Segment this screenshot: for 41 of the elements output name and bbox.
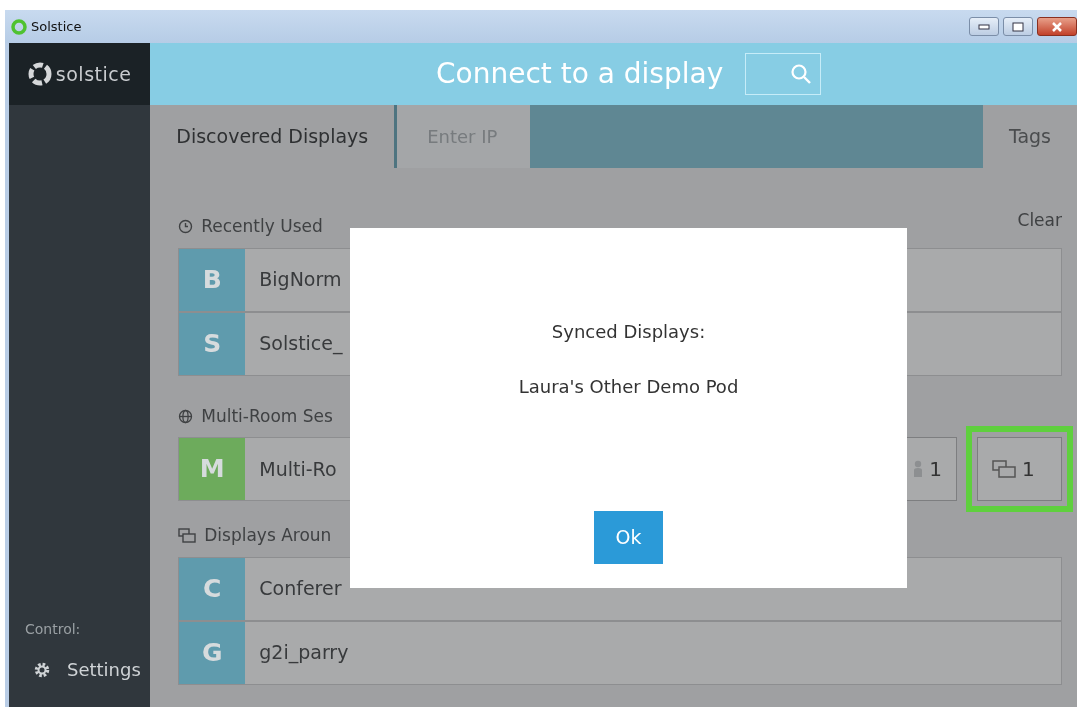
dialog-title: Synced Displays: [551,320,706,344]
section-label: Control: [24,620,82,639]
globe-icon [178,408,194,424]
clear-link[interactable]: Clear [1017,208,1062,234]
minimize-button[interactable] [969,17,999,36]
swirl-logo-icon [27,62,52,86]
close-button[interactable] [1037,17,1077,36]
close-icon [1051,20,1063,33]
logo-text: solstice [55,61,132,87]
dialog-message: Laura's Other Demo Pod [518,375,739,399]
letter-tile: G [179,621,246,684]
synced-displays-button[interactable]: 1 [977,437,1062,501]
display-name: BigNorm [258,267,342,293]
maximize-icon [1012,21,1024,32]
letter-tile: S [179,312,246,375]
letter-tile: C [179,557,246,620]
section-title: Displays Aroun [204,524,332,547]
window-title: Solstice [31,17,82,36]
minimize-icon [978,23,990,30]
settings-icon [33,660,51,679]
header-title: Connect to a display [436,56,724,92]
search-icon [790,63,813,85]
section-title: Multi-Room Ses [201,404,333,428]
display-name: Multi-Ro [258,456,337,482]
letter-tile: M [179,438,246,500]
maximize-button[interactable] [1003,17,1033,36]
display-row[interactable]: G g2i_parry [178,620,1062,685]
person-icon [913,460,924,478]
display-name: Solstice_ [258,331,343,357]
display-name: Conferer [258,576,342,602]
tab[interactable]: Tags [982,105,1077,168]
ok-button[interactable]: Ok [594,511,663,564]
letter-tile: B [179,248,246,311]
section-title: Recently Used [201,215,323,238]
clock-icon [178,219,194,235]
app-logo-icon [11,18,27,35]
tab[interactable]: Discovered Displays [150,105,395,168]
display-name: g2i_parry [258,640,349,666]
displays-icon [178,528,197,544]
settings-item[interactable]: Settings [9,656,151,683]
displays-icon [992,460,1016,478]
